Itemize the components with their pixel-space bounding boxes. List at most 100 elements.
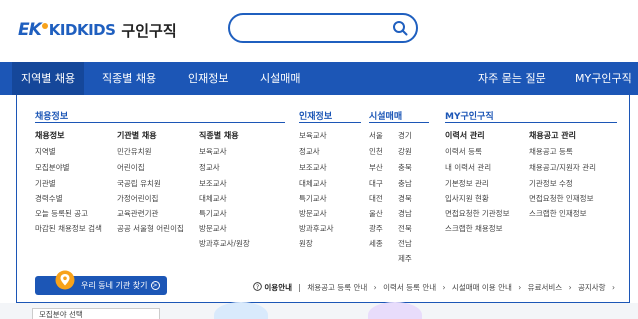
link-facility-guide[interactable]: 시설매매 이용 안내 [452, 283, 512, 292]
menu-item[interactable]: 기본정보 관리 [445, 178, 489, 189]
menu-item[interactable]: 경력수별 [35, 193, 63, 204]
menu-item[interactable]: 내 이력서 관리 [445, 162, 491, 173]
menu-item[interactable]: 방문교사 [199, 223, 227, 234]
chevron-right-icon: › [568, 283, 572, 292]
menu-item[interactable]: 면접요청한 인재정보 [529, 193, 593, 204]
menu-item[interactable]: 대전 [369, 193, 383, 204]
menu-item[interactable]: 울산 [369, 208, 383, 219]
menu-item[interactable]: 오늘 등록된 공고 [35, 208, 88, 219]
site-header: EK KIDKIDS 구인구직 [0, 0, 638, 62]
menu-item[interactable]: 보육교사 [299, 130, 327, 141]
chevron-right-icon: › [373, 283, 377, 292]
section-title-talent[interactable]: 인재정보 [299, 109, 332, 122]
nav-item-region[interactable]: 지역별 채용 [12, 62, 85, 95]
link-posting-guide[interactable]: 채용공고 등록 안내 [307, 283, 367, 292]
separator: | [298, 283, 301, 292]
menu-item[interactable]: 충북 [398, 162, 412, 173]
menu-item[interactable]: 지역별 [35, 146, 56, 157]
menu-item[interactable]: 어린이집 [117, 162, 145, 173]
menu-item[interactable]: 공공 서울형 어린이집 [117, 223, 184, 234]
menu-item[interactable]: 정교사 [199, 162, 220, 173]
menu-item[interactable]: 국공립 유치원 [117, 178, 161, 189]
chevron-right-icon: › [518, 283, 522, 292]
menu-item[interactable]: 특기교사 [199, 208, 227, 219]
menu-item[interactable]: 전남 [398, 238, 412, 249]
logo[interactable]: EK KIDKIDS 구인구직 [18, 16, 177, 44]
menu-item[interactable]: 스크랩한 채용정보 [445, 223, 503, 234]
chevron-right-icon: › [611, 283, 615, 292]
main-nav: 지역별 채용 직종별 채용 인재정보 시설매매 자주 묻는 질문 MY구인구직 [0, 62, 638, 95]
logo-kidkids: KIDKIDS [48, 21, 116, 39]
section-divider [35, 122, 285, 123]
menu-item[interactable]: 교육관련기관 [117, 208, 158, 219]
nav-item-faq[interactable]: 자주 묻는 질문 [478, 62, 546, 95]
menu-item[interactable]: 보육교사 [199, 146, 227, 157]
menu-item[interactable]: 민간유치원 [117, 146, 152, 157]
menu-item[interactable]: 채용공고/지원자 관리 [529, 162, 596, 173]
menu-item[interactable]: 전북 [398, 223, 412, 234]
find-nearby-button[interactable]: 우리 동네 기관 찾기 > [35, 270, 167, 295]
menu-item[interactable]: 이력서 등록 [445, 146, 482, 157]
menu-item[interactable]: 대체교사 [299, 178, 327, 189]
menu-item[interactable]: 방과후교사/원장 [199, 238, 250, 249]
question-icon: ? [253, 282, 262, 291]
link-resume-guide[interactable]: 이력서 등록 안내 [383, 283, 436, 292]
menu-item[interactable]: 가정어린이집 [117, 193, 158, 204]
arrow-right-icon: > [150, 281, 160, 290]
section-title-my[interactable]: MY구인구직 [445, 109, 494, 122]
menu-item[interactable]: 경북 [398, 193, 412, 204]
menu-item[interactable]: 광주 [369, 223, 383, 234]
menu-item[interactable]: 모집분야별 [35, 162, 70, 173]
recruit-field-select[interactable]: 모집분야 선택 [32, 308, 160, 319]
menu-item[interactable]: 입사지원 현황 [445, 193, 489, 204]
menu-item[interactable]: 스크랩한 인재정보 [529, 208, 587, 219]
menu-item[interactable]: 방문교사 [299, 208, 327, 219]
menu-item[interactable]: 제주 [398, 253, 412, 264]
link-paid-service[interactable]: 유료서비스 [528, 283, 563, 292]
menu-item[interactable]: 기관별 [35, 178, 56, 189]
col-head-job-info: 채용정보 [35, 131, 65, 140]
nav-item-facility[interactable]: 시설매매 [260, 62, 300, 95]
col-head-institution: 기관별 채용 [117, 131, 157, 140]
map-pin-icon [55, 270, 75, 290]
section-title-job-info[interactable]: 채용정보 [35, 109, 68, 122]
find-nearby-label: 우리 동네 기관 찾기 [81, 281, 148, 290]
col-head-posting: 채용공고 관리 [529, 131, 576, 140]
nav-item-my[interactable]: MY구인구직 [575, 62, 632, 95]
logo-dot-icon [41, 23, 48, 29]
menu-item[interactable]: 방과후교사 [299, 223, 334, 234]
menu-item[interactable]: 기관정보 수정 [529, 178, 573, 189]
menu-item[interactable]: 경기 [398, 130, 412, 141]
menu-item[interactable]: 보조교사 [299, 162, 327, 173]
section-divider [445, 122, 617, 123]
section-divider [369, 122, 429, 123]
link-notice[interactable]: 공지사항 [578, 283, 606, 292]
menu-item[interactable]: 원장 [299, 238, 313, 249]
menu-item[interactable]: 마감된 채용정보 검색 [35, 223, 102, 234]
menu-item[interactable]: 특기교사 [299, 193, 327, 204]
menu-item[interactable]: 충남 [398, 178, 412, 189]
search-input[interactable] [228, 13, 418, 43]
footer-links: ? 이용안내 | 채용공고 등록 안내 › 이력서 등록 안내 › 시설매매 이… [253, 282, 619, 293]
chevron-right-icon: › [442, 283, 446, 292]
menu-item[interactable]: 대구 [369, 178, 383, 189]
menu-item[interactable]: 면접요청한 기관정보 [445, 208, 509, 219]
menu-item[interactable]: 채용공고 등록 [529, 146, 573, 157]
menu-item[interactable]: 보조교사 [199, 178, 227, 189]
menu-item[interactable]: 정교사 [299, 146, 320, 157]
nav-item-occupation[interactable]: 직종별 채용 [102, 62, 156, 95]
menu-item[interactable]: 부산 [369, 162, 383, 173]
menu-item[interactable]: 강원 [398, 146, 412, 157]
svg-text:?: ? [256, 284, 259, 291]
menu-item[interactable]: 대체교사 [199, 193, 227, 204]
menu-item[interactable]: 인천 [369, 146, 383, 157]
section-title-facility[interactable]: 시설매매 [369, 109, 402, 122]
menu-item[interactable]: 세종 [369, 238, 383, 249]
logo-ek: EK [18, 20, 42, 40]
col-head-resume: 이력서 관리 [445, 131, 485, 140]
menu-item[interactable]: 경남 [398, 208, 412, 219]
menu-item[interactable]: 서울 [369, 130, 383, 141]
guide-label: 이용안내 [264, 283, 292, 292]
search-icon[interactable] [392, 20, 408, 36]
nav-item-talent[interactable]: 인재정보 [188, 62, 228, 95]
